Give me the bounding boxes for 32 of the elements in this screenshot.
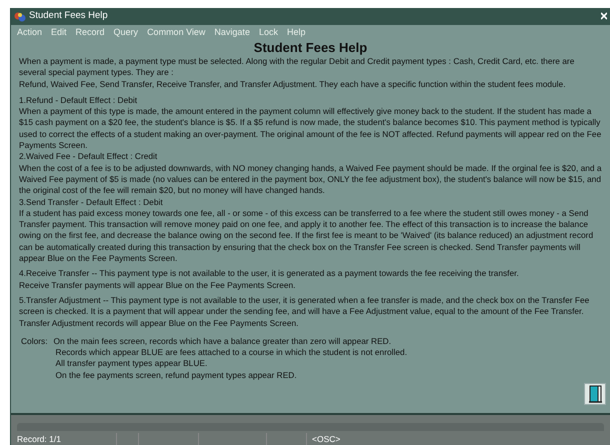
- intro-paragraph: When a payment is made, a payment type must be selected. Along with the regular Debit and Credit payment types : Cash, Credit Card, etc. there are several special payment types. They are :: [19, 56, 576, 79]
- color-note: On the fee payments screen, refund payment types appear RED.: [56, 370, 298, 382]
- app-icon: [14, 10, 26, 22]
- section-text: If a student has paid excess money towards one fee, all - or some - of this excess can be transferred to a fee where the student still owes money - a Send Transfer payment. This transaction will remove money paid on one fee, and apply it to another fee. The effect of this transaction is to increase the balance owing on the first fee, and decrease the balance owing on the second fee. If the first fee is meant to be 'Waived' (its balance reduced) an adjustment record can be automatically created during this transaction by ensuring that the check box on the Transfer Fee screen is checked. Send Transfer payments will appear Blue on the Fee Payments Screen.: [19, 208, 594, 264]
- color-note: On the main fees screen, records which have a balance greater than zero will appear RED.: [54, 336, 392, 348]
- close-icon[interactable]: [601, 12, 607, 21]
- section-title: 4.Receive Transfer -- This payment type is not available to the user, it is generated as a payment towards the fee receiving the transfer.: [19, 268, 520, 280]
- section-text: Receive Transfer payments will appear Blue on the Fee Payments Screen.: [19, 280, 297, 291]
- menu-item[interactable]: Action: [17, 26, 42, 40]
- section-text: When a payment of this type is made, the amount entered in the payment column will effectively give money back to the student. If the student has made a $15 cash payment on a $20 fee, the student's blance is $5. If a $5 refund is now made, the student's balance becomes $10. This payment method is typically used to correct the effects of a student making an over-payment. The original amount of the fee is NOT affected. Refund payments will appear red on the Fee Payments Screen.: [19, 106, 602, 152]
- color-note: Records which appear BLUE are fees attached to a course in which the student is not enrolled.: [56, 347, 408, 358]
- color-note: All transfer payment types appear BLUE.: [56, 358, 208, 370]
- intro-paragraph: Refund, Waived Fee, Send Transfer, Receive Transfer, and Transfer Adjustment. They each have a specific function within the student fees module.: [19, 78, 567, 90]
- section-title: 5.Transfer Adjustment -- This payment type is not available to the user, it is generated when a fee transfer is made, and the check box on the Transfer Fee screen is checked. It is a payment that will appear under the sending fee, and will have a Fee Adjustment value, equal to the amount of the Fee Transfer. Transfer Adjustment records will appear Blue on the Fee Payments Screen.: [19, 294, 590, 329]
- menu-item[interactable]: Edit: [51, 26, 67, 40]
- menu-item[interactable]: Common View: [147, 26, 206, 40]
- exit-button[interactable]: [584, 383, 606, 405]
- record-counter: Record: 1/1: [17, 432, 117, 445]
- help-heading: Student Fees Help: [252, 40, 368, 56]
- colors-label: Colors:: [21, 336, 48, 348]
- section-title: 2.Waived Fee - Default Effect : Credit: [19, 151, 158, 163]
- menu-item[interactable]: Record: [76, 26, 105, 40]
- section-title: 1.Refund - Default Effect : Debit: [19, 94, 138, 106]
- menu-item[interactable]: Query: [114, 26, 138, 40]
- door-icon: [587, 385, 603, 403]
- menu-item[interactable]: Lock: [258, 26, 278, 40]
- menu-item[interactable]: Navigate: [214, 26, 250, 40]
- menu-item[interactable]: Help: [286, 26, 306, 40]
- window-title: Student Fees Help: [29, 9, 109, 24]
- section-title: 3.Send Transfer - Default Effect : Debit: [19, 196, 164, 208]
- mode-indicator: <OSC>: [311, 432, 340, 445]
- section-text: When the cost of a fee is to be adjusted downwards, with NO money changing hands, a Waived Fee payment should be made. If the orginal fee is $20, and a Waived Fee payment of $5 is made (no values can be entered in the payment box, ONLY the fee adjustment box), the student's balance will now be $15, and the original cost of the fee will remain $20, but no money will have changed hands.: [19, 162, 602, 197]
